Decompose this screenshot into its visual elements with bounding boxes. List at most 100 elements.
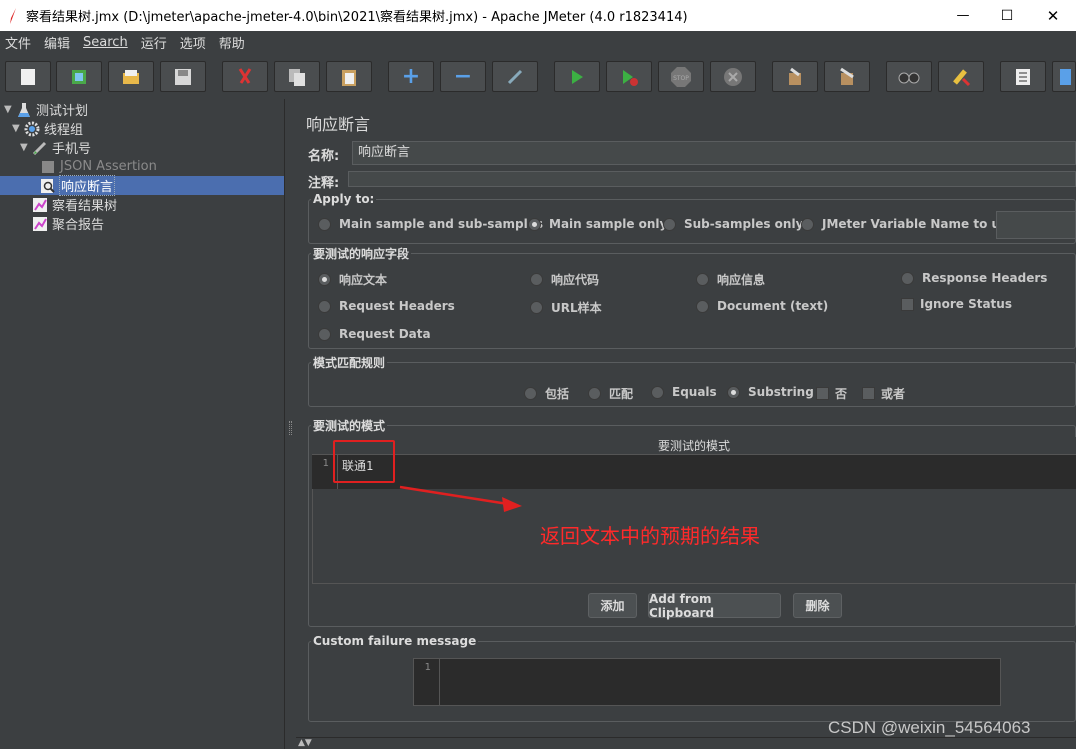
field-url-sample-radio[interactable]: URL样本 bbox=[530, 299, 602, 316]
start-no-pause-button[interactable] bbox=[606, 61, 652, 92]
cut-button[interactable] bbox=[222, 61, 268, 92]
listener-chart-icon bbox=[33, 216, 47, 231]
patterns-column-header[interactable]: 要测试的模式 bbox=[312, 437, 1076, 455]
radio-icon bbox=[696, 299, 709, 313]
collapse-button[interactable]: − bbox=[440, 61, 486, 92]
line-number: 1 bbox=[414, 659, 440, 705]
tree-item-json-assertion[interactable]: JSON Assertion bbox=[40, 157, 157, 176]
menu-bar: 文件 编辑 Search 运行 选项 帮助 bbox=[0, 31, 1076, 53]
field-response-code-radio[interactable]: 响应代码 bbox=[530, 271, 599, 288]
checkbox-icon bbox=[816, 387, 829, 400]
copy-button[interactable] bbox=[274, 61, 320, 92]
expand-toggle-icon[interactable]: ▼ bbox=[20, 142, 32, 153]
jmeter-variable-field[interactable] bbox=[996, 211, 1076, 239]
radio-icon bbox=[318, 299, 331, 313]
tree-item-thread-group[interactable]: ▼ 线程组 bbox=[12, 119, 83, 138]
radio-icon bbox=[696, 273, 709, 286]
menu-options[interactable]: 选项 bbox=[180, 33, 206, 52]
maximize-button[interactable]: ☐ bbox=[984, 0, 1030, 31]
gear-icon bbox=[24, 121, 40, 136]
add-button[interactable]: 添加 bbox=[588, 593, 637, 618]
field-request-data-radio[interactable]: Request Data bbox=[318, 327, 431, 341]
start-button[interactable] bbox=[554, 61, 600, 92]
cut-icon bbox=[238, 67, 252, 84]
rule-substring-radio[interactable]: Substring bbox=[727, 385, 814, 399]
open-button[interactable] bbox=[108, 61, 154, 92]
field-request-headers-radio[interactable]: Request Headers bbox=[318, 299, 455, 313]
delete-button[interactable]: 删除 bbox=[793, 593, 842, 618]
rule-contains-radio[interactable]: 包括 bbox=[524, 385, 569, 402]
horizontal-scrollbar[interactable] bbox=[296, 737, 1076, 749]
rule-or-checkbox[interactable]: 或者 bbox=[862, 385, 905, 402]
toggle-button[interactable] bbox=[492, 61, 538, 92]
menu-edit[interactable]: 编辑 bbox=[44, 33, 70, 52]
expand-button[interactable]: + bbox=[388, 61, 434, 92]
tree-item-test-plan[interactable]: ▼ 测试计划 bbox=[4, 100, 88, 119]
radio-icon bbox=[588, 387, 601, 400]
field-document-text-radio[interactable]: Document (text) bbox=[696, 299, 828, 313]
menu-run[interactable]: 运行 bbox=[141, 33, 167, 52]
rule-matches-radio[interactable]: 匹配 bbox=[588, 385, 633, 402]
radio-icon bbox=[318, 217, 331, 231]
checkbox-icon bbox=[901, 297, 914, 311]
annotation-arrow-icon bbox=[399, 485, 522, 512]
expand-toggle-icon[interactable]: ▼ bbox=[12, 123, 24, 134]
paste-icon bbox=[342, 69, 356, 86]
menu-search[interactable]: Search bbox=[83, 35, 128, 50]
field-response-headers-radio[interactable]: Response Headers bbox=[901, 271, 1047, 285]
minimize-button[interactable]: — bbox=[940, 0, 986, 31]
sampler-pen-icon bbox=[32, 141, 47, 155]
expand-toggle-icon[interactable]: ▼ bbox=[4, 104, 16, 115]
templates-icon bbox=[72, 69, 86, 84]
jmeter-feather-icon bbox=[10, 7, 16, 24]
tree-item-sampler[interactable]: ▼ 手机号 bbox=[20, 138, 91, 157]
clear-all-button[interactable] bbox=[824, 61, 870, 92]
ignore-status-checkbox[interactable]: Ignore Status bbox=[901, 297, 1012, 311]
close-button[interactable]: ✕ bbox=[1030, 0, 1076, 31]
radio-icon bbox=[663, 217, 676, 231]
comment-label: 注释: bbox=[308, 176, 340, 191]
clear-icon bbox=[789, 67, 801, 85]
custom-failure-legend: Custom failure message bbox=[313, 634, 477, 648]
menu-file[interactable]: 文件 bbox=[5, 33, 31, 52]
apply-jmeter-variable-radio[interactable]: JMeter Variable Name to use bbox=[801, 217, 1015, 231]
tree-item-view-results-tree[interactable]: 察看结果树 bbox=[32, 195, 117, 214]
patterns-to-test-legend: 要测试的模式 bbox=[313, 419, 386, 433]
stop-button[interactable]: STOP bbox=[658, 61, 704, 92]
collapse-icon: − bbox=[453, 64, 473, 89]
name-field[interactable]: 响应断言 bbox=[352, 141, 1076, 165]
divider-grip-icon[interactable] bbox=[289, 421, 292, 435]
shutdown-button[interactable] bbox=[710, 61, 756, 92]
function-helper-button[interactable] bbox=[1000, 61, 1046, 92]
start-no-pause-icon bbox=[623, 69, 638, 86]
templates-button[interactable] bbox=[56, 61, 102, 92]
comment-field[interactable] bbox=[348, 171, 1076, 187]
radio-icon bbox=[651, 385, 664, 399]
field-response-text-radio[interactable]: 响应文本 bbox=[318, 271, 387, 288]
apply-main-only-radio[interactable]: Main sample only bbox=[528, 217, 667, 231]
tree-item-aggregate-report[interactable]: 聚合报告 bbox=[32, 214, 104, 233]
menu-help[interactable]: 帮助 bbox=[219, 33, 245, 52]
field-response-message-radio[interactable]: 响应信息 bbox=[696, 271, 765, 288]
annotation-text: 返回文本中的预期的结果 bbox=[540, 524, 760, 548]
custom-failure-editor[interactable]: 1 bbox=[413, 658, 1001, 706]
paste-button[interactable] bbox=[326, 61, 372, 92]
test-plan-tree: ▼ 测试计划 ▼ 线程组 ▼ 手机号 JSON Assertion 响应断言 察… bbox=[0, 99, 284, 749]
window-title: 察看结果树.jmx (D:\jmeter\apache-jmeter-4.0\b… bbox=[26, 10, 688, 25]
rule-not-checkbox[interactable]: 否 bbox=[816, 385, 847, 402]
tree-item-response-assertion[interactable]: 响应断言 bbox=[40, 175, 116, 196]
save-button[interactable] bbox=[160, 61, 206, 92]
search-button[interactable] bbox=[886, 61, 932, 92]
clear-button[interactable] bbox=[772, 61, 818, 92]
reset-search-button[interactable] bbox=[938, 61, 984, 92]
scroll-arrows-icon[interactable]: ▲▼ bbox=[298, 738, 312, 748]
new-button[interactable] bbox=[5, 61, 51, 92]
help-button[interactable] bbox=[1052, 61, 1076, 92]
radio-selected-icon bbox=[727, 385, 740, 399]
rule-equals-radio[interactable]: Equals bbox=[651, 385, 717, 399]
apply-main-and-sub-radio[interactable]: Main sample and sub-samples bbox=[318, 217, 543, 231]
shutdown-icon bbox=[724, 67, 742, 86]
add-from-clipboard-button[interactable]: Add from Clipboard bbox=[648, 592, 781, 620]
name-label: 名称: bbox=[308, 149, 340, 164]
apply-sub-only-radio[interactable]: Sub-samples only bbox=[663, 217, 803, 231]
